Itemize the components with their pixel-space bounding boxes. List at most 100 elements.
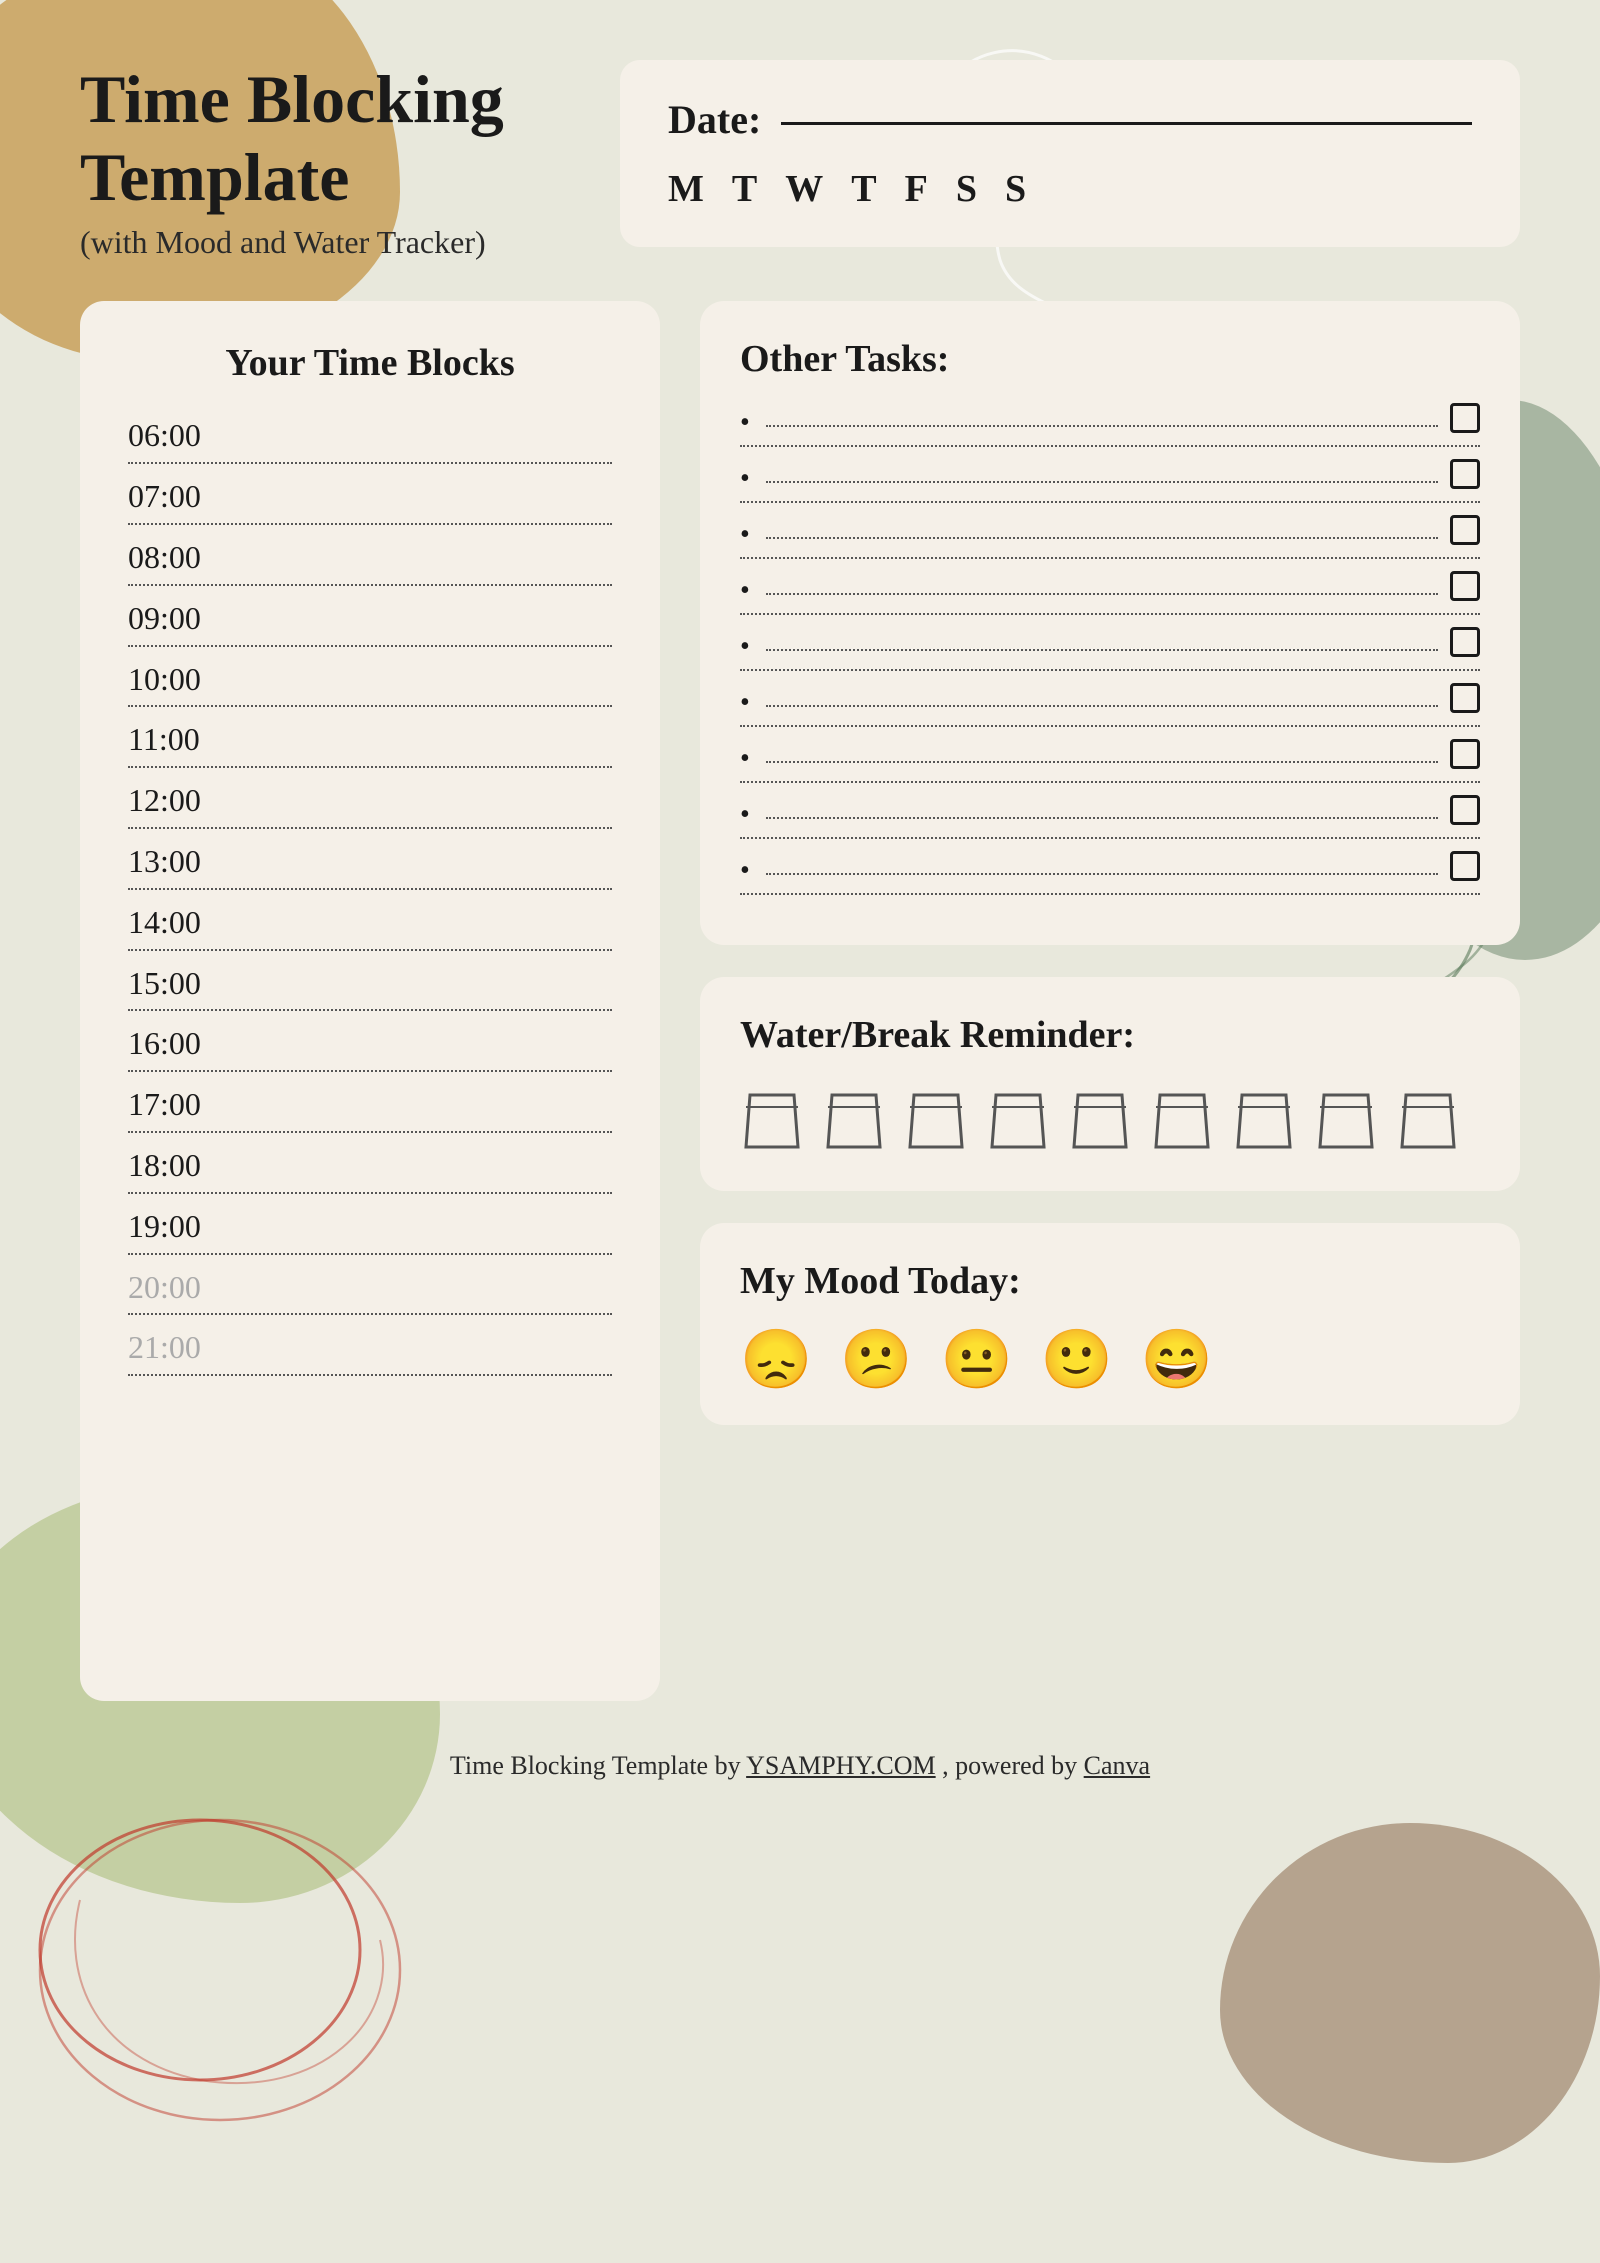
task-checkbox[interactable] — [1450, 571, 1480, 601]
task-row: • — [740, 461, 1480, 495]
task-bullet: • — [740, 407, 750, 439]
water-cup-icon[interactable] — [1150, 1085, 1214, 1155]
time-label: 14:00 — [128, 900, 612, 945]
task-checkbox[interactable] — [1450, 627, 1480, 657]
dotted-line — [128, 1009, 612, 1011]
mood-emoji-4[interactable]: 😄 — [1141, 1331, 1213, 1389]
time-entry: 13:00 — [128, 839, 612, 890]
time-entry: 08:00 — [128, 535, 612, 586]
task-checkbox[interactable] — [1450, 795, 1480, 825]
task-checkbox[interactable] — [1450, 739, 1480, 769]
dotted-line — [128, 1192, 612, 1194]
tasks-title: Other Tasks: — [740, 337, 1480, 381]
dotted-line — [128, 766, 612, 768]
task-item: • — [740, 685, 1480, 727]
mood-panel: My Mood Today: 😞 😕 😐 🙂 😄 — [700, 1223, 1520, 1425]
time-entry: 16:00 — [128, 1021, 612, 1072]
task-item: • — [740, 517, 1480, 559]
task-checkbox[interactable] — [1450, 403, 1480, 433]
dotted-line — [128, 1253, 612, 1255]
task-line-checkbox — [766, 629, 1480, 657]
water-cup-icon[interactable] — [1232, 1085, 1296, 1155]
blob-brown — [1220, 1823, 1600, 2163]
water-cup-icon[interactable] — [1314, 1085, 1378, 1155]
date-line — [781, 122, 1472, 125]
mood-emoji-2[interactable]: 😐 — [940, 1331, 1012, 1389]
time-entry: 09:00 — [128, 596, 612, 647]
dotted-line — [128, 523, 612, 525]
day-thu: T — [851, 167, 876, 211]
dotted-line — [128, 462, 612, 464]
task-dotted — [766, 425, 1438, 427]
task-checkbox[interactable] — [1450, 683, 1480, 713]
footer-canva-link[interactable]: Canva — [1084, 1751, 1150, 1780]
time-entry: 17:00 — [128, 1082, 612, 1133]
water-cup-icon[interactable] — [1068, 1085, 1132, 1155]
task-item: • — [740, 741, 1480, 783]
task-item: • — [740, 629, 1480, 671]
time-entry: 19:00 — [128, 1204, 612, 1255]
time-label: 20:00 — [128, 1265, 612, 1310]
day-wed: W — [785, 167, 823, 211]
water-cup-icon[interactable] — [1396, 1085, 1460, 1155]
task-line-checkbox — [766, 405, 1480, 433]
time-entries-container: 06:00 07:00 08:00 09:00 10:00 11:00 12:0… — [128, 413, 612, 1376]
task-dotted — [766, 649, 1438, 651]
task-bullet: • — [740, 743, 750, 775]
task-line-checkbox — [766, 685, 1480, 713]
task-item: • — [740, 461, 1480, 503]
time-entry: 18:00 — [128, 1143, 612, 1194]
task-checkbox[interactable] — [1450, 851, 1480, 881]
water-cup-icon[interactable] — [904, 1085, 968, 1155]
footer-site-link[interactable]: YSAMPHY.COM — [746, 1751, 936, 1780]
task-bullet: • — [740, 575, 750, 607]
task-full-dotted — [740, 501, 1480, 503]
time-label: 06:00 — [128, 413, 612, 458]
time-label: 21:00 — [128, 1325, 612, 1370]
task-bullet: • — [740, 799, 750, 831]
days-row: M T W T F S S — [668, 167, 1472, 211]
task-item: • — [740, 797, 1480, 839]
water-cup-icon[interactable] — [822, 1085, 886, 1155]
time-label: 18:00 — [128, 1143, 612, 1188]
task-bullet: • — [740, 631, 750, 663]
task-row: • — [740, 685, 1480, 719]
dotted-line — [128, 1131, 612, 1133]
time-label: 13:00 — [128, 839, 612, 884]
time-label: 09:00 — [128, 596, 612, 641]
task-full-dotted — [740, 669, 1480, 671]
water-title: Water/Break Reminder: — [740, 1013, 1480, 1057]
tasks-container: • • • — [740, 405, 1480, 895]
water-cup-icon[interactable] — [986, 1085, 1050, 1155]
footer-text-middle: , powered by — [936, 1751, 1084, 1780]
tasks-panel: Other Tasks: • • • — [700, 301, 1520, 945]
time-label: 17:00 — [128, 1082, 612, 1127]
task-bullet: • — [740, 687, 750, 719]
day-sat: S — [956, 167, 977, 211]
mood-emoji-3[interactable]: 🙂 — [1041, 1331, 1113, 1389]
task-row: • — [740, 853, 1480, 887]
task-line-checkbox — [766, 573, 1480, 601]
task-full-dotted — [740, 725, 1480, 727]
mood-title: My Mood Today: — [740, 1259, 1480, 1303]
task-item: • — [740, 573, 1480, 615]
time-label: 15:00 — [128, 961, 612, 1006]
time-entry: 20:00 — [128, 1265, 612, 1316]
time-entry: 21:00 — [128, 1325, 612, 1376]
task-checkbox[interactable] — [1450, 515, 1480, 545]
task-row: • — [740, 517, 1480, 551]
mood-emoji-1[interactable]: 😕 — [840, 1331, 912, 1389]
task-line-checkbox — [766, 797, 1480, 825]
time-entry: 11:00 — [128, 717, 612, 768]
time-blocks-title: Your Time Blocks — [128, 341, 612, 385]
task-checkbox[interactable] — [1450, 459, 1480, 489]
task-full-dotted — [740, 557, 1480, 559]
mood-emoji-0[interactable]: 😞 — [740, 1331, 812, 1389]
task-line-checkbox — [766, 517, 1480, 545]
task-bullet: • — [740, 855, 750, 887]
task-row: • — [740, 797, 1480, 831]
dotted-line — [128, 705, 612, 707]
water-cups-container — [740, 1085, 1480, 1155]
water-cup-icon[interactable] — [740, 1085, 804, 1155]
time-label: 12:00 — [128, 778, 612, 823]
